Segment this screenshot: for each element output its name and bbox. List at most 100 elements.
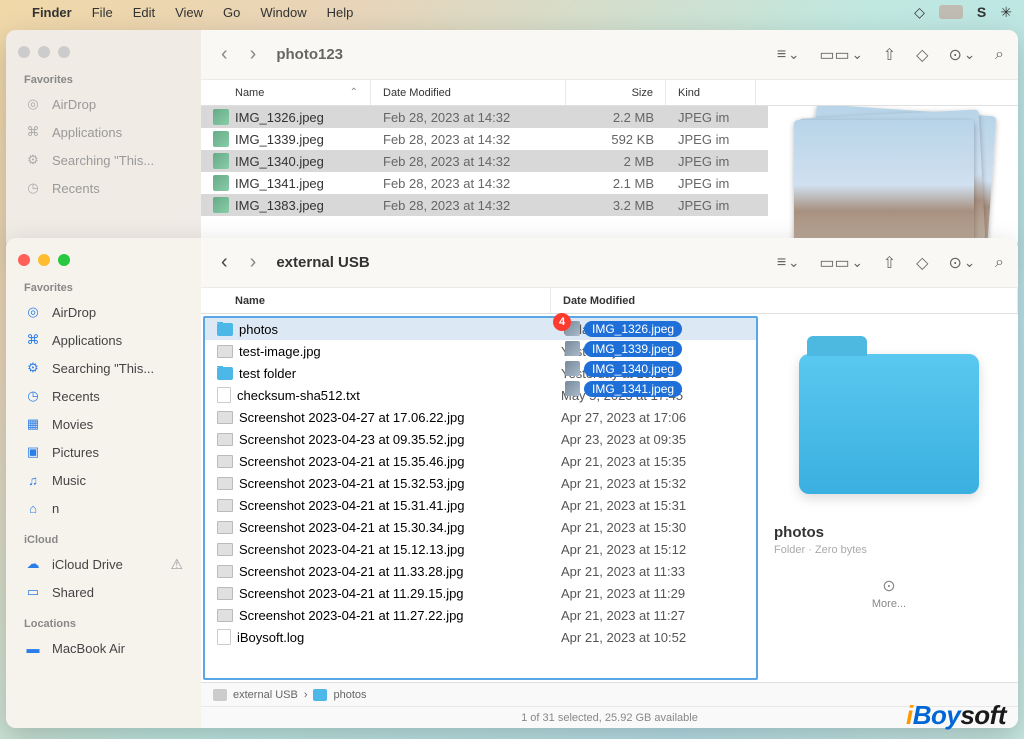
jpeg-icon (213, 153, 229, 169)
back-button[interactable]: ‹ (215, 43, 234, 66)
file-size: 2.2 MB (566, 110, 666, 125)
file-date: Apr 21, 2023 at 11:33 (549, 564, 756, 579)
main-area: ‹ › external USB ≡ ⌄ ▭▭ ⌄ ⇧ ◇ ⊙ ⌄ ⌕ Name… (201, 238, 1018, 728)
file-name: Screenshot 2023-04-21 at 15.31.41.jpg (239, 498, 465, 513)
table-row[interactable]: Screenshot 2023-04-23 at 09.35.52.jpgApr… (205, 428, 756, 450)
sidebar-item[interactable]: ⌘Applications (6, 326, 201, 354)
music-icon: ♫ (24, 471, 42, 489)
path-disk[interactable]: external USB (233, 689, 298, 701)
view-list-icon[interactable]: ≡ ⌄ (777, 46, 800, 64)
sidebar-item-label: Recents (52, 181, 100, 196)
sidebar-item[interactable]: ▣Pictures (6, 438, 201, 466)
s-icon[interactable]: S (977, 4, 986, 20)
sidebar-item[interactable]: ▬MacBook Air (6, 634, 201, 662)
table-row[interactable]: Screenshot 2023-04-21 at 11.33.28.jpg Apr… (205, 560, 756, 582)
jpeg-icon (213, 109, 229, 125)
col-date[interactable]: Date Modified (551, 288, 1018, 313)
sidebar-item[interactable]: ⌘Applications (6, 118, 201, 146)
sidebar-item[interactable]: ◷Recents (6, 382, 201, 410)
main-area: ‹ › photo123 ≡ ⌄ ▭▭ ⌄ ⇧ ◇ ⊙ ⌄ ⌕ Name⌃ Da… (201, 30, 1018, 250)
action-icon[interactable]: ⊙ ⌄ (948, 253, 975, 273)
table-row[interactable]: Screenshot 2023-04-27 at 17.06.22.jpgApr… (205, 406, 756, 428)
zoom-button[interactable] (58, 254, 70, 266)
file-name: IMG_1341.jpeg (235, 176, 324, 191)
table-row[interactable]: Screenshot 2023-04-21 at 15.30.34.jpgApr… (205, 516, 756, 538)
minimize-button[interactable] (38, 254, 50, 266)
menu-go[interactable]: Go (223, 5, 240, 20)
sidebar-item[interactable]: ☁iCloud Drive⚠ (6, 550, 201, 578)
table-row[interactable]: IMG_1339.jpegFeb 28, 2023 at 14:32592 KB… (201, 128, 768, 150)
col-date[interactable]: Date Modified (371, 80, 566, 105)
table-row[interactable]: iBoysoft.logApr 21, 2023 at 10:52 (205, 626, 756, 648)
col-name[interactable]: Name⌃ (201, 80, 371, 105)
close-button[interactable] (18, 254, 30, 266)
file-name: Screenshot 2023-04-21 at 11.29.15.jpg (239, 586, 464, 601)
more-button[interactable]: ⊙ More... (872, 576, 906, 610)
minimize-button[interactable] (38, 46, 50, 58)
sidebar-item[interactable]: ◎AirDrop (6, 90, 201, 118)
zoom-button[interactable] (58, 46, 70, 58)
group-icon[interactable]: ▭▭ ⌄ (819, 253, 862, 273)
forward-button[interactable]: › (244, 251, 263, 274)
sidebar-item-label: AirDrop (52, 305, 96, 320)
close-button[interactable] (18, 46, 30, 58)
table-row[interactable]: IMG_1326.jpegFeb 28, 2023 at 14:322.2 MB… (201, 106, 768, 128)
table-row[interactable]: Screenshot 2023-04-21 at 11.29.15.jpgApr… (205, 582, 756, 604)
file-date: Apr 21, 2023 at 15:12 (549, 542, 756, 557)
stacked-icon[interactable]: ◇ (914, 4, 925, 21)
status-bar: 1 of 31 selected, 25.92 GB available (201, 706, 1018, 728)
table-row[interactable]: Screenshot 2023-04-21 at 15.35.46.jpgApr… (205, 450, 756, 472)
table-row[interactable]: Screenshot 2023-04-21 at 15.12.13.jpgApr… (205, 538, 756, 560)
share-icon[interactable]: ⇧ (883, 45, 896, 65)
menu-help[interactable]: Help (327, 5, 354, 20)
menu-edit[interactable]: Edit (133, 5, 155, 20)
sidebar-item[interactable]: ♫Music (6, 466, 201, 494)
search-icon[interactable]: ⌕ (995, 254, 1004, 272)
menu-file[interactable]: File (92, 5, 113, 20)
table-row[interactable]: IMG_1341.jpegFeb 28, 2023 at 14:322.1 MB… (201, 172, 768, 194)
col-size[interactable]: Size (566, 80, 666, 105)
group-icon[interactable]: ▭▭ ⌄ (819, 45, 862, 65)
folder-icon (217, 323, 233, 336)
sidebar-item[interactable]: ⌂n (6, 494, 201, 522)
window-title: photo123 (276, 46, 343, 63)
menu-window[interactable]: Window (260, 5, 306, 20)
action-icon[interactable]: ⊙ ⌄ (948, 45, 975, 65)
col-name[interactable]: Name (201, 288, 551, 313)
laptop-icon: ▬ (24, 639, 42, 657)
back-button[interactable]: ‹ (215, 251, 234, 274)
app-name[interactable]: Finder (32, 5, 72, 20)
sidebar-item[interactable]: ◷Recents (6, 174, 201, 202)
file-name: Screenshot 2023-04-21 at 11.33.28.jpg (239, 564, 464, 579)
sidebar-item[interactable]: ▭Shared (6, 578, 201, 606)
view-list-icon[interactable]: ≡ ⌄ (777, 254, 800, 272)
bluetooth-icon[interactable]: ✳ (1000, 4, 1012, 21)
table-row[interactable]: Screenshot 2023-04-21 at 11.27.22.jpgApr… (205, 604, 756, 626)
file-date: Apr 21, 2023 at 15:30 (549, 520, 756, 535)
search-icon[interactable]: ⌕ (995, 46, 1004, 64)
table-row[interactable]: Screenshot 2023-04-21 at 15.32.53.jpgApr… (205, 472, 756, 494)
status-blob[interactable] (939, 5, 963, 19)
table-row[interactable]: IMG_1383.jpegFeb 28, 2023 at 14:323.2 MB… (201, 194, 768, 216)
sidebar-item[interactable]: ⚙Searching "This... (6, 146, 201, 174)
forward-button[interactable]: › (244, 43, 263, 66)
section-favorites: Favorites (6, 278, 201, 298)
tag-icon[interactable]: ◇ (916, 45, 928, 65)
folder-icon (313, 689, 327, 701)
jpg-icon (217, 565, 233, 578)
file-size: 592 KB (566, 132, 666, 147)
file-name: Screenshot 2023-04-27 at 17.06.22.jpg (239, 410, 465, 425)
cloud-icon: ☁ (24, 555, 42, 573)
path-folder[interactable]: photos (333, 689, 366, 701)
sidebar-item[interactable]: ◎AirDrop (6, 298, 201, 326)
sidebar-item[interactable]: ▦Movies (6, 410, 201, 438)
table-row[interactable]: IMG_1340.jpegFeb 28, 2023 at 14:322 MBJP… (201, 150, 768, 172)
tag-icon[interactable]: ◇ (916, 253, 928, 273)
table-row[interactable]: Screenshot 2023-04-21 at 15.31.41.jpgApr… (205, 494, 756, 516)
file-kind: JPEG im (666, 110, 756, 125)
file-date: Apr 21, 2023 at 15:35 (549, 454, 756, 469)
menu-view[interactable]: View (175, 5, 203, 20)
sidebar-item[interactable]: ⚙Searching "This... (6, 354, 201, 382)
col-kind[interactable]: Kind (666, 80, 756, 105)
share-icon[interactable]: ⇧ (883, 253, 896, 273)
